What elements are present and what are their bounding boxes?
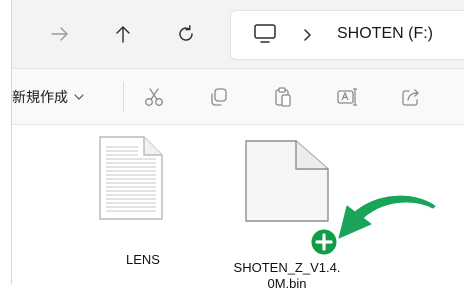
green-arrow-icon xyxy=(338,195,436,239)
forward-button[interactable] xyxy=(42,16,78,52)
chevron-down-icon xyxy=(74,94,84,100)
chevron-right-icon[interactable] xyxy=(303,28,313,42)
breadcrumb-drive[interactable]: SHOTEN (F:) xyxy=(337,25,433,43)
up-button[interactable] xyxy=(105,16,141,52)
cut-button[interactable] xyxy=(139,82,169,112)
rename-button[interactable] xyxy=(332,82,362,112)
file-list: LENS SHOTEN_Z_V1.4. 0M.bin xyxy=(12,125,464,291)
divider xyxy=(123,82,124,112)
new-button[interactable]: 新規作成 xyxy=(12,85,84,109)
file-explorer-window: SHOTEN (F:) 新規作成 LENS SHOTEN_Z_V1.4. 0M.… xyxy=(11,0,464,291)
monitor-icon xyxy=(254,24,276,43)
file-name: LENS xyxy=(126,252,160,267)
paste-icon xyxy=(275,87,291,107)
cut-icon xyxy=(145,88,163,106)
command-bar: 新規作成 xyxy=(12,69,464,125)
refresh-button[interactable] xyxy=(168,16,204,52)
refresh-icon xyxy=(179,25,193,41)
copy-icon xyxy=(211,88,227,106)
copy-button[interactable] xyxy=(204,82,234,112)
address-bar[interactable]: SHOTEN (F:) xyxy=(230,10,464,60)
navigation-bar: SHOTEN (F:) xyxy=(12,0,464,69)
paste-button[interactable] xyxy=(268,82,298,112)
file-name-line1: SHOTEN_Z_V1.4. xyxy=(233,260,341,275)
file-name-line2: 0M.bin xyxy=(267,276,307,291)
new-button-label: 新規作成 xyxy=(12,89,68,105)
rename-icon xyxy=(337,88,357,106)
file-item-shoten-bin[interactable]: SHOTEN_Z_V1.4. 0M.bin xyxy=(227,135,347,291)
blank-file-icon xyxy=(245,140,329,222)
share-icon xyxy=(402,89,419,106)
arrow-up-icon xyxy=(116,26,130,43)
text-file-icon xyxy=(99,136,163,220)
share-button[interactable] xyxy=(396,82,426,112)
file-item-lens[interactable]: LENS xyxy=(83,135,203,285)
arrow-right-icon xyxy=(51,27,68,41)
